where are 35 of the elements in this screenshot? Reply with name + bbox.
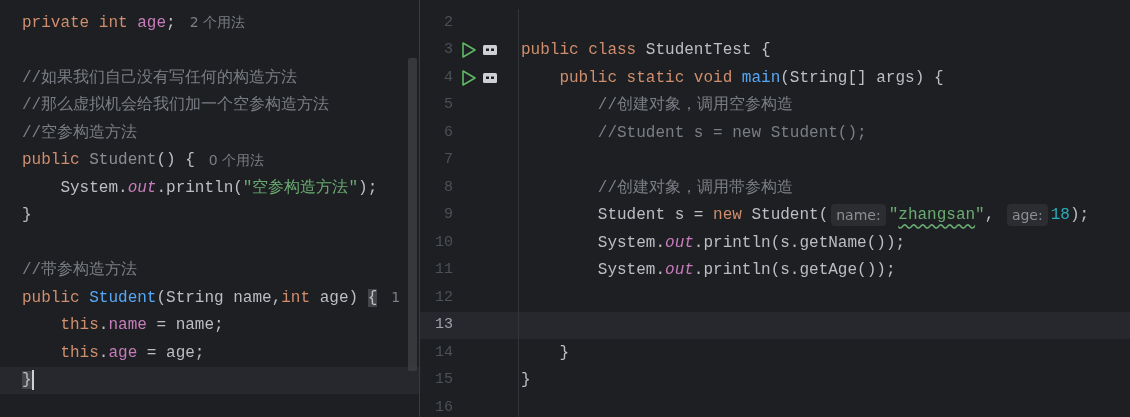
code-text: //带参构造方法 [22, 259, 138, 282]
code-text: this.name = name; [59, 315, 224, 337]
code-text: //创建对象，调用空参构造 [596, 94, 793, 117]
code-text: public class StudentTest { [521, 40, 771, 62]
usage-hint[interactable]: 2 个用法 [189, 12, 245, 34]
code-text: private int age; [22, 12, 176, 34]
code-text: System.out.println(s.getName()); [596, 232, 906, 254]
usage-hint[interactable]: 1 [391, 287, 401, 309]
code-text: } [521, 370, 531, 392]
code-text: //如果我们自己没有写任何的构造方法 [22, 67, 298, 89]
code-text: this.age = age; [59, 342, 205, 364]
code-text: //Student s = new Student(); [596, 122, 867, 144]
run-icon[interactable] [461, 68, 477, 87]
inlay-hint: name: [831, 204, 886, 227]
code-text: public Student() { [22, 150, 195, 172]
run-icon[interactable] [461, 41, 477, 60]
code-text: 18); [1050, 205, 1090, 227]
code-text: Student s = new Student( [596, 205, 829, 227]
code-text: } [558, 342, 569, 364]
code-text: //创建对象，调用带参构造 [596, 177, 793, 199]
inlay-hint: age: [1006, 204, 1048, 227]
usage-hint[interactable]: 0 个用法 [208, 149, 265, 171]
code-text: "zhangsan", [888, 205, 996, 227]
scrollbar-thumb[interactable] [408, 58, 417, 371]
code-text: } [22, 205, 32, 227]
code-text: System.out.println(s.getAge()); [596, 260, 896, 282]
code-text: public Student(String name,int age) { [22, 287, 378, 309]
code-text: } [22, 370, 32, 392]
code-text: //空参构造方法 [22, 122, 138, 144]
bookmark-icon[interactable] [482, 71, 498, 84]
line-number: 13 [434, 315, 453, 335]
code-text: System.out.println("空参构造方法"); [59, 177, 378, 199]
code-text: //那么虚拟机会给我们加一个空参构造方法 [22, 94, 330, 117]
bookmark-icon[interactable] [482, 44, 498, 57]
code-text: public static void main(String[] args) { [558, 67, 944, 89]
